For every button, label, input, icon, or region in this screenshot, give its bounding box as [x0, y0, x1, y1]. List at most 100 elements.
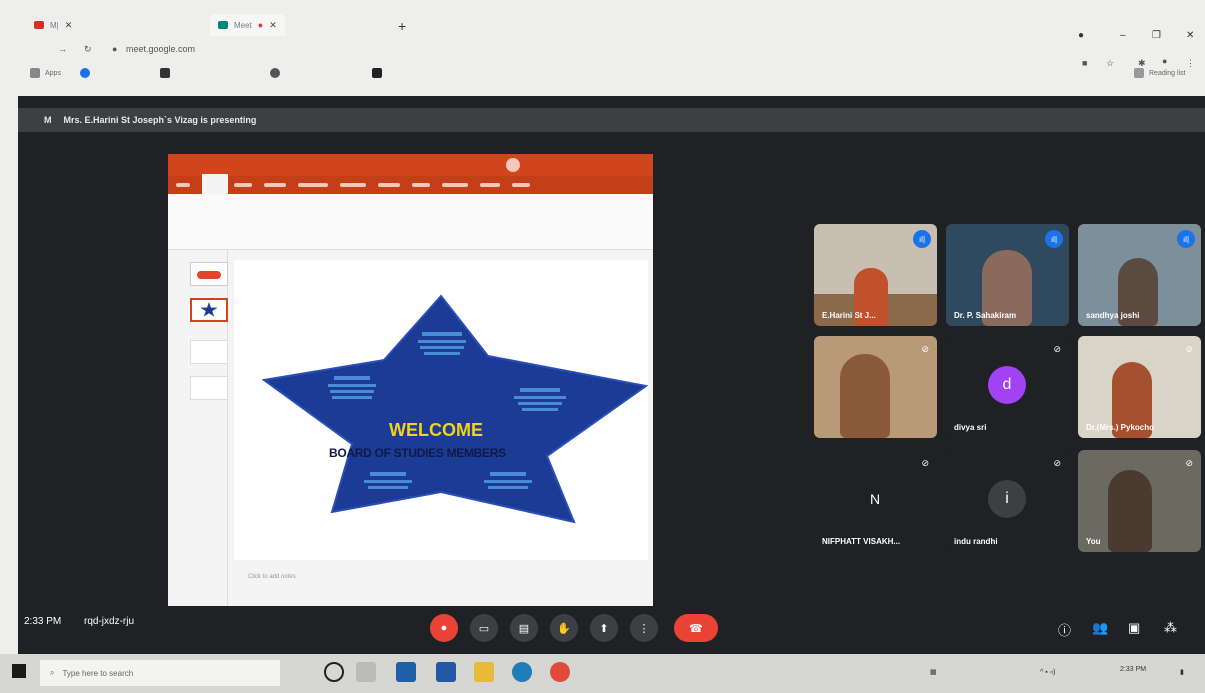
- participant-name: sandhya joshi: [1086, 311, 1140, 320]
- tab-gmail[interactable]: M| ✕: [26, 14, 80, 36]
- search-icon: ⌕: [50, 668, 55, 677]
- bookmark-item[interactable]: [270, 68, 285, 78]
- presenter-banner: M Mrs. E.Harini St Joseph`s Vizag is pre…: [18, 108, 1205, 132]
- participant-tile[interactable]: ıl| Dr. P. Sahakiram: [946, 224, 1069, 326]
- participant-name: Dr. P. Sahakiram: [954, 311, 1017, 320]
- meeting-code: rqd-jxdz-rju: [84, 616, 135, 627]
- participant-tile[interactable]: ⊘: [814, 336, 937, 438]
- participant-name: indu randhi: [954, 537, 998, 546]
- apps-grid-icon: [30, 68, 40, 78]
- participant-tile[interactable]: ⊘ Dr.(Mrs.) Pykocho: [1078, 336, 1201, 438]
- slide-thumbnail: [190, 340, 228, 364]
- taskbar-clock[interactable]: 2:33 PM: [1120, 666, 1146, 673]
- meet-icon: [218, 21, 228, 29]
- reload-icon[interactable]: ↻: [84, 44, 92, 55]
- meeting-details-icon[interactable]: ⓘ: [1058, 620, 1071, 639]
- ribbon-tab: [412, 183, 430, 187]
- present-button[interactable]: ⬆: [590, 614, 618, 642]
- more-options-button[interactable]: ⋮: [630, 614, 658, 642]
- edge-icon[interactable]: [512, 662, 532, 682]
- avatar: d: [988, 366, 1026, 404]
- meet-area: M Mrs. E.Harini St Joseph`s Vizag is pre…: [18, 96, 1205, 654]
- store-icon[interactable]: [436, 662, 456, 682]
- slide-thumbnail: [190, 376, 228, 400]
- file-explorer-icon[interactable]: [474, 662, 494, 682]
- presenter-icon: M: [44, 115, 52, 125]
- ribbon-tab: [442, 183, 468, 187]
- url-text[interactable]: meet.google.com: [126, 44, 195, 54]
- participant-tile[interactable]: N ⊘ NIFPHATT VISAKH...: [814, 450, 937, 552]
- avatar[interactable]: ●: [1162, 56, 1167, 66]
- chat-icon[interactable]: ▣: [1128, 620, 1140, 636]
- participant-name: Dr.(Mrs.) Pykocho: [1086, 423, 1155, 432]
- participant-tile-self[interactable]: ⊘ You: [1078, 450, 1201, 552]
- notes-placeholder[interactable]: Click to add notes: [248, 574, 296, 580]
- mic-off-icon: ⊘: [921, 344, 929, 354]
- ribbon-tab-home: [202, 174, 228, 194]
- chrome-icon[interactable]: [550, 662, 570, 682]
- mic-off-icon: ⊘: [1053, 344, 1061, 354]
- slide-thumbnail: [190, 262, 228, 286]
- slide-thumbnail-selected: [190, 298, 228, 322]
- reading-list[interactable]: Reading list: [1134, 68, 1186, 78]
- account-icon: [506, 158, 520, 172]
- ppt-title-bar: [168, 154, 653, 176]
- lock-icon: ●: [112, 44, 118, 54]
- camera-button[interactable]: ▭: [470, 614, 498, 642]
- bookmark-icon: [372, 68, 382, 78]
- mic-off-icon: ⊘: [921, 458, 929, 468]
- raise-hand-button[interactable]: ✋: [550, 614, 578, 642]
- taskbar-search[interactable]: ⌕ Type here to search: [40, 660, 280, 686]
- welcome-text: WELCOME: [389, 420, 483, 440]
- mail-icon[interactable]: [396, 662, 416, 682]
- participant-name: divya sri: [954, 423, 987, 432]
- mic-off-icon: ⊘: [1185, 344, 1193, 354]
- meeting-time: 2:33 PM: [24, 616, 62, 627]
- participant-name: You: [1086, 537, 1101, 546]
- cortana-icon[interactable]: [324, 662, 344, 682]
- bookmarks-bar: Apps Reading list: [0, 66, 1205, 86]
- back-icon[interactable]: →: [58, 44, 67, 54]
- windows-start-icon[interactable]: [12, 664, 26, 678]
- speaking-indicator-icon: ıl|: [1177, 230, 1195, 248]
- tab-meet[interactable]: Meet ● ✕: [210, 14, 285, 36]
- bookmark-item[interactable]: [160, 68, 175, 78]
- task-view-icon[interactable]: [356, 662, 376, 682]
- bookmark-icon: [270, 68, 280, 78]
- participant-tile[interactable]: ıl| sandhya joshi: [1078, 224, 1201, 326]
- reading-list-icon: [1134, 68, 1144, 78]
- slide-canvas: WELCOME BOARD OF STUDIES MEMBERS: [234, 260, 648, 560]
- globe-icon: [80, 68, 90, 78]
- new-tab-button[interactable]: +: [398, 18, 406, 34]
- bookmark-icon: [160, 68, 170, 78]
- participant-name: E.Harini St J...: [822, 311, 876, 320]
- activities-icon[interactable]: ⁂: [1164, 620, 1177, 636]
- weather-icon[interactable]: ▦: [930, 668, 937, 676]
- avatar: i: [988, 480, 1026, 518]
- ribbon-tab: [264, 183, 286, 187]
- gmail-icon: [34, 21, 44, 29]
- shared-screen: WELCOME BOARD OF STUDIES MEMBERS Click t…: [168, 154, 653, 606]
- presenter-text: Mrs. E.Harini St Joseph`s Vizag is prese…: [63, 115, 257, 125]
- ribbon-tab: [480, 183, 500, 187]
- mic-off-button[interactable]: ●: [430, 614, 458, 642]
- screen: M| ✕ Meet ● ✕ + ● – ❐ ✕ → ↻ ● meet.googl…: [0, 0, 1205, 693]
- notification-icon[interactable]: ▮: [1180, 668, 1184, 676]
- ppt-ribbon-tabs: [168, 176, 653, 194]
- participant-tile[interactable]: d ⊘ divya sri: [946, 336, 1069, 438]
- bookmark-item[interactable]: [80, 68, 95, 78]
- bookmark-item[interactable]: [372, 68, 387, 78]
- close-icon[interactable]: ✕: [65, 20, 73, 31]
- close-icon[interactable]: ✕: [269, 20, 277, 31]
- participant-tile[interactable]: ıl| E.Harini St J...: [814, 224, 937, 326]
- tab-label: Meet: [234, 20, 252, 30]
- ppt-ribbon: [168, 194, 653, 250]
- captions-button[interactable]: ▤: [510, 614, 538, 642]
- people-icon[interactable]: 👥: [1092, 620, 1108, 636]
- avatar: N: [869, 491, 881, 507]
- tray-icons[interactable]: ^ ▪ ◃): [1040, 668, 1056, 676]
- browser-tab-bar: M| ✕ Meet ● ✕ +: [0, 8, 1205, 36]
- participant-tile[interactable]: i ⊘ indu randhi: [946, 450, 1069, 552]
- bookmark-apps[interactable]: Apps: [30, 68, 61, 78]
- end-call-button[interactable]: ☎: [674, 614, 718, 642]
